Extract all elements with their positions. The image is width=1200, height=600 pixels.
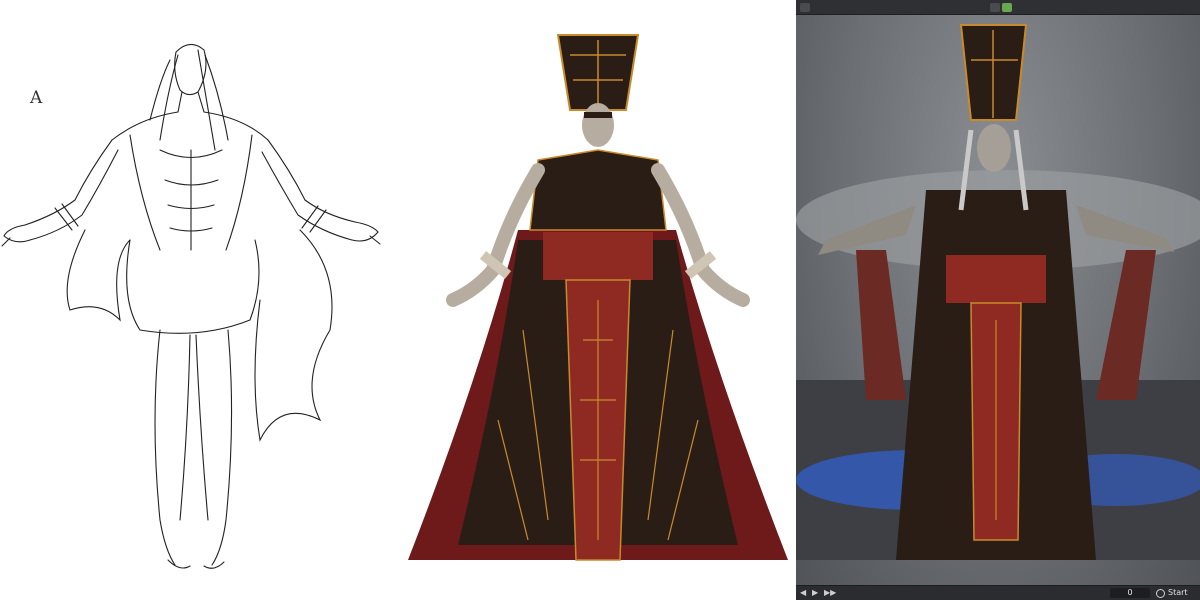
jump-end-icon[interactable]: ▶▶ <box>824 586 836 600</box>
start-label: Start <box>1168 588 1188 597</box>
sketch-panel: A <box>0 0 398 600</box>
clock-icon <box>1156 589 1165 598</box>
3d-viewport-panel[interactable]: ◀ ▶ ▶▶ 0 Start <box>796 0 1200 600</box>
concept-art-panel <box>398 0 796 600</box>
current-frame-field[interactable]: 0 <box>1110 588 1150 598</box>
play-icon[interactable]: ▶ <box>812 586 818 600</box>
concept-art-figure <box>408 34 788 561</box>
3d-model-render <box>796 24 1200 560</box>
timeline-bar: ◀ ▶ ▶▶ 0 Start <box>796 585 1200 600</box>
jump-start-icon[interactable]: ◀ <box>800 586 806 600</box>
line-sketch-figure <box>1 43 381 569</box>
